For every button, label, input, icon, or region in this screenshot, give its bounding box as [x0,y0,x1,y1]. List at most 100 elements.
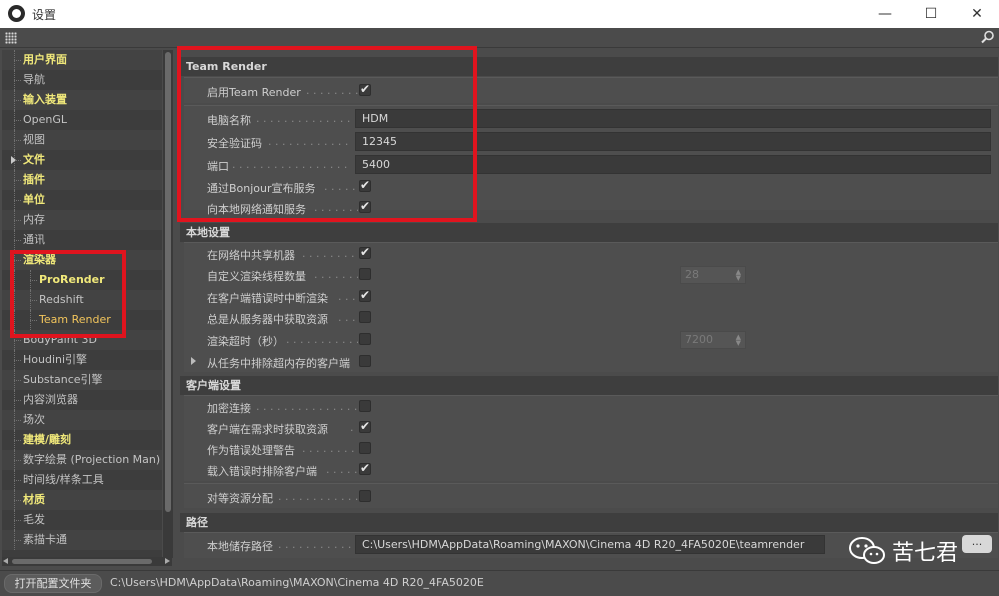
sidebar-item-label: 场次 [23,413,45,426]
row-treat-warnings: 作为错误处理警告 . . . . . . . . . . [184,438,998,459]
tree-branch [14,460,21,461]
encrypt-checkbox[interactable] [359,400,371,412]
always-fetch-label: 总是从服务器中获取资源 [207,313,328,326]
sidebar-item-单位[interactable]: 单位 [2,190,162,210]
custom-threads-checkbox[interactable] [359,268,371,280]
tree-branch [14,500,21,501]
exclude-on-error-checkbox[interactable] [359,461,371,475]
sidebar-item-label: 时间线/样条工具 [23,473,104,486]
config-path-text: C:\Users\HDM\AppData\Roaming\MAXON\Cinem… [110,576,484,589]
row-custom-threads: 自定义渲染线程数量 . . . . . . . . 28 ▲▼ [184,264,998,285]
sidebar-item-时间线-样条工具[interactable]: 时间线/样条工具 [2,470,162,490]
tree-branch [14,400,21,401]
title-bar: 设置 — ☐ ✕ [0,0,999,28]
sidebar-item-label: 插件 [23,173,45,186]
scroll-thumb[interactable] [165,52,171,512]
share-machine-checkbox[interactable] [359,245,371,259]
treat-warnings-checkbox[interactable] [359,442,371,454]
leader-dots: . . . . . . . . [314,268,358,281]
exclude-memory-checkbox[interactable] [359,355,371,367]
expand-arrow-icon[interactable] [11,156,16,164]
fetch-on-demand-checkbox[interactable] [359,419,371,433]
open-config-folder-button[interactable]: 打开配置文件夹 [4,574,102,593]
sidebar-item-label: 数字绘景 (Projection Man) [23,453,161,466]
sidebar-item-数字绘景-projection-man[interactable]: 数字绘景 (Projection Man) [2,450,162,470]
maximize-button[interactable]: ☐ [908,0,954,28]
sidebar-item-场次[interactable]: 场次 [2,410,162,430]
sidebar-item-视图[interactable]: 视图 [2,130,162,150]
sidebar-item-毛发[interactable]: 毛发 [2,510,162,530]
tree-branch [14,520,21,521]
always-fetch-checkbox[interactable] [359,311,371,323]
sidebar-horizontal-scrollbar[interactable] [2,557,172,566]
cache-path-field[interactable]: C:\Users\HDM\AppData\Roaming\MAXON\Cinem… [355,535,825,554]
bottom-bar: 打开配置文件夹 C:\Users\HDM\AppData\Roaming\MAX… [0,570,999,596]
sidebar-item-输入装置[interactable]: 输入装置 [2,90,162,110]
tree-branch [14,180,21,181]
leader-dots: . . . . . . [326,463,358,476]
timeout-value: 7200 [685,333,713,346]
row-encrypt: 加密连接 . . . . . . . . . . . . . . . . . .… [184,396,998,417]
sidebar-item-label: 材质 [23,493,45,506]
timeout-stepper[interactable]: 7200 ▲ ▼ [680,331,746,349]
sidebar-item-label: Substance引擎 [23,373,103,386]
sidebar-item-导航[interactable]: 导航 [2,70,162,90]
sidebar-item-内存[interactable]: 内存 [2,210,162,230]
sidebar-vertical-scrollbar[interactable] [163,50,173,558]
tree-branch [14,120,21,121]
section-header-paths[interactable]: 路径 [180,513,998,532]
render-timeout-checkbox[interactable] [359,333,371,345]
treat-warnings-label: 作为错误处理警告 [207,444,295,457]
sidebar-item-houdini引擎[interactable]: Houdini引擎 [2,350,162,370]
cache-path-label: 本地储存路径 [207,540,273,553]
sidebar-item-建模-雕刻[interactable]: 建模/雕刻 [2,430,162,450]
leader-dots: . . . [338,290,356,303]
sidebar-item-substance引擎[interactable]: Substance引擎 [2,370,162,390]
sidebar-item-opengl[interactable]: OpenGL [2,110,162,130]
leader-dots: . . . . . . . . . . [302,247,358,260]
threads-stepper[interactable]: 28 ▲ ▼ [680,266,746,284]
row-exclude-memory: 从任务中排除超内存的客户端 [184,351,998,372]
sidebar-item-label: 用户界面 [23,53,67,66]
tree-branch [14,420,21,421]
tree-branch [14,540,21,541]
leader-dots: . . . [338,311,356,324]
scroll-left-icon[interactable] [3,558,8,564]
sidebar-item-通讯[interactable]: 通讯 [2,230,162,250]
sidebar-item-label: 文件 [23,153,45,166]
window-title: 设置 [32,8,57,22]
sidebar-item-label: 建模/雕刻 [23,433,72,446]
tree-branch [14,360,21,361]
close-button[interactable]: ✕ [954,0,999,28]
search-icon[interactable] [981,30,995,44]
sidebar-item-插件[interactable]: 插件 [2,170,162,190]
row-fetch-on-demand: 客户端在需求时获取资源 . [184,417,998,438]
minimize-button[interactable]: — [862,0,908,28]
sidebar-item-label: 素描卡通 [23,533,67,546]
sidebar-item-内容浏览器[interactable]: 内容浏览器 [2,390,162,410]
scroll-right-icon[interactable] [165,558,170,564]
sidebar-item-文件[interactable]: 文件 [2,150,162,170]
row-abort-on-error: 在客户端错误时中断渲染 . . . [184,286,998,307]
leader-dots: . . . . . . . . . . . . . [286,333,358,346]
sidebar-item-材质[interactable]: 材质 [2,490,162,510]
sidebar-item-label: 通讯 [23,233,45,246]
expand-arrow-icon[interactable] [191,357,196,365]
abort-on-error-label: 在客户端错误时中断渲染 [207,292,328,305]
exclude-on-error-label: 载入错误时排除客户端 [207,465,317,478]
watermark: 苦七君 [848,533,958,569]
sidebar-item-label: Houdini引擎 [23,353,88,366]
stepper-arrows-icon[interactable]: ▲ ▼ [736,334,741,347]
leader-dots: . . . . . . . . . . . . . . . . . . . [256,400,358,413]
p2p-checkbox[interactable] [359,490,371,502]
stepper-arrows-icon[interactable]: ▲ ▼ [736,269,741,282]
section-header-local[interactable]: 本地设置 [180,223,998,242]
browse-button[interactable]: ... [962,535,992,553]
sidebar-item-用户界面[interactable]: 用户界面 [2,50,162,70]
grip-icon[interactable] [5,32,17,44]
abort-on-error-checkbox[interactable] [359,288,371,302]
sidebar-item-素描卡通[interactable]: 素描卡通 [2,530,162,550]
section-header-client[interactable]: 客户端设置 [180,376,998,395]
tree-branch [14,200,21,201]
scroll-thumb[interactable] [12,559,152,564]
